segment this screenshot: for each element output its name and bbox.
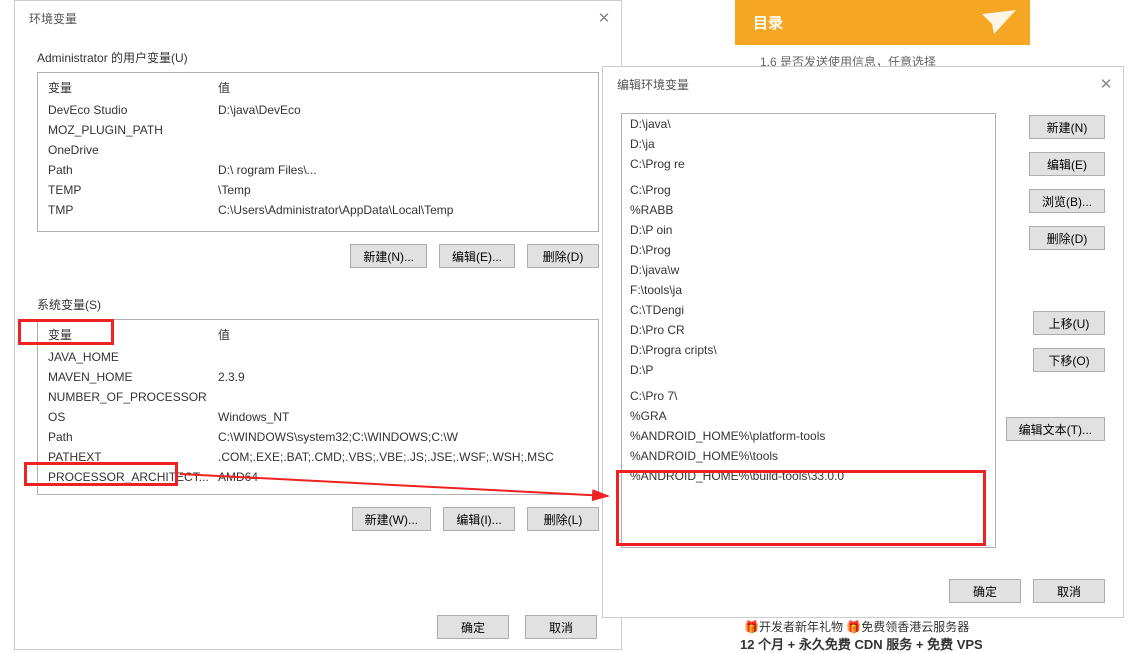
ok-button[interactable]: 确定 (949, 579, 1021, 603)
table-row[interactable]: NUMBER_OF_PROCESSOR (38, 387, 598, 407)
dialog-title: 编辑环境变量 (617, 76, 689, 93)
table-row[interactable]: DevEco StudioD:\java\DevEco (38, 100, 598, 120)
edit-text-button[interactable]: 编辑文本(T)... (1006, 417, 1105, 441)
list-item[interactable]: D:\Progra cripts\ (622, 340, 995, 360)
user-vars-body: DevEco StudioD:\java\DevEco MOZ_PLUGIN_P… (38, 100, 598, 220)
edit-env-var-dialog: 编辑环境变量 ✕ D:\java\ D:\ja C:\Prog re C:\Pr… (602, 66, 1124, 618)
user-vars-list[interactable]: 变量 值 DevEco StudioD:\java\DevEco MOZ_PLU… (37, 72, 599, 232)
table-row[interactable]: PathD:\ rogram Files\... (38, 160, 598, 180)
move-up-button[interactable]: 上移(U) (1033, 311, 1105, 335)
sys-vars-list[interactable]: 变量 值 JAVA_HOME MAVEN_HOME 2.3.9 NUMBER_O… (37, 319, 599, 495)
list-item[interactable]: D:\java\ (622, 114, 995, 134)
list-item[interactable]: F:\tools\ja (622, 280, 995, 300)
new-button[interactable]: 新建(N) (1029, 115, 1105, 139)
table-row[interactable]: MAVEN_HOME 2.3.9 (38, 367, 598, 387)
list-item[interactable]: C:\TDengi (622, 300, 995, 320)
list-item[interactable]: D:\java\w (622, 260, 995, 280)
list-item[interactable]: D:\Pro CR (622, 320, 995, 340)
table-row[interactable]: OneDrive (38, 140, 598, 160)
cancel-button[interactable]: 取消 (525, 615, 597, 639)
list-item[interactable]: D:\Prog (622, 240, 995, 260)
col-header-val[interactable]: 值 (218, 326, 230, 343)
table-row[interactable]: TEMP\Temp (38, 180, 598, 200)
delete-button[interactable]: 删除(D) (1029, 226, 1105, 250)
user-edit-button[interactable]: 编辑(E)... (439, 244, 515, 268)
user-vars-label: Administrator 的用户变量(U) (37, 49, 621, 66)
cancel-button[interactable]: 取消 (1033, 579, 1105, 603)
user-new-button[interactable]: 新建(N)... (350, 244, 427, 268)
list-item[interactable]: %ANDROID_HOME%\tools (622, 446, 995, 466)
sys-vars-body: JAVA_HOME MAVEN_HOME 2.3.9 NUMBER_OF_PRO… (38, 347, 598, 487)
col-header-val[interactable]: 值 (218, 79, 230, 96)
table-row[interactable]: MOZ_PLUGIN_PATH (38, 120, 598, 140)
user-delete-button[interactable]: 删除(D) (527, 244, 599, 268)
table-row[interactable]: TMPC:\Users\Administrator\AppData\Local\… (38, 200, 598, 220)
list-item[interactable]: D:\ja (622, 134, 995, 154)
list-item[interactable]: %ANDROID_HOME%\platform-tools (622, 426, 995, 446)
ad-line-1: 🎁开发者新年礼物 🎁免费领香港云服务器 (744, 618, 969, 635)
table-row[interactable]: PathC:\WINDOWS\system32;C:\WINDOWS;C:\W (38, 427, 598, 447)
ok-button[interactable]: 确定 (437, 615, 509, 639)
paper-plane-icon (982, 10, 1016, 34)
list-item[interactable]: %RABB (622, 200, 995, 220)
list-item[interactable]: C:\Prog (622, 180, 995, 200)
toc-title: 目录 (753, 12, 783, 33)
sys-edit-button[interactable]: 编辑(I)... (443, 507, 515, 531)
table-row[interactable]: PROCESSOR_ARCHITECT...AMD64 (38, 467, 598, 487)
dialog-title: 环境变量 (29, 10, 77, 27)
table-row[interactable]: OSWindows_NT (38, 407, 598, 427)
close-icon[interactable]: ✕ (1097, 75, 1115, 93)
env-vars-dialog: 环境变量 ✕ Administrator 的用户变量(U) 变量 值 DevEc… (14, 0, 622, 650)
table-row[interactable]: PATHEXT.COM;.EXE;.BAT;.CMD;.VBS;.VBE;.JS… (38, 447, 598, 467)
table-row[interactable]: JAVA_HOME (38, 347, 598, 367)
edit-button[interactable]: 编辑(E) (1029, 152, 1105, 176)
sys-new-button[interactable]: 新建(W)... (352, 507, 431, 531)
sys-delete-button[interactable]: 删除(L) (527, 507, 599, 531)
browse-button[interactable]: 浏览(B)... (1029, 189, 1105, 213)
ad-line-2: 12 个月 + 永久免费 CDN 服务 + 免费 VPS (740, 634, 983, 653)
list-item[interactable]: %GRA (622, 406, 995, 426)
list-item[interactable]: D:\P oin (622, 220, 995, 240)
list-item[interactable]: D:\P (622, 360, 995, 380)
move-down-button[interactable]: 下移(O) (1033, 348, 1105, 372)
path-values-list[interactable]: D:\java\ D:\ja C:\Prog re C:\Prog %RABB … (621, 113, 996, 548)
list-item[interactable]: C:\Pro 7\ (622, 386, 995, 406)
col-header-var[interactable]: 变量 (48, 79, 218, 96)
list-item[interactable]: C:\Prog re (622, 154, 995, 174)
list-item[interactable]: %ANDROID_HOME%\build-tools\33.0.0 (622, 466, 995, 486)
sys-vars-label: 系统变量(S) (37, 296, 621, 313)
close-icon[interactable]: ✕ (595, 9, 613, 27)
col-header-var[interactable]: 变量 (48, 326, 218, 343)
toc-header: 目录 (735, 0, 1030, 45)
